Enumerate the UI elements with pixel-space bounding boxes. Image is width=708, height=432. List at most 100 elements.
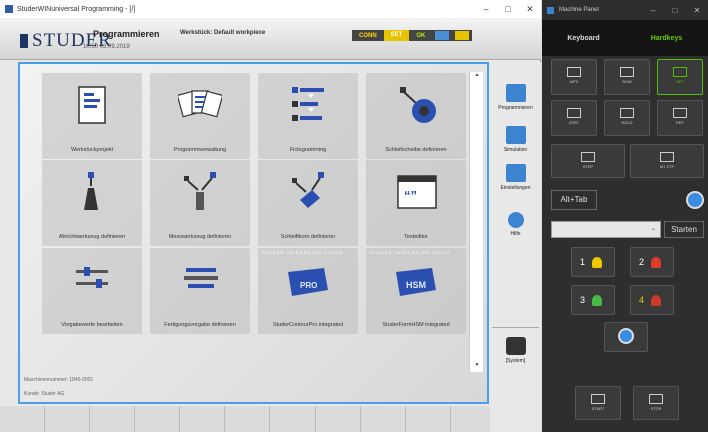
integrated-tools-tag: STUDER INTEGRATED TOOLS — [262, 250, 343, 255]
operator-3-button[interactable]: 3 — [571, 285, 615, 315]
nav-hilfe[interactable]: Hilfe — [490, 212, 541, 237]
tab-hardkeys[interactable]: Hardkeys — [625, 35, 708, 42]
stop-button[interactable]: STOP — [633, 386, 679, 420]
nav-divider — [492, 327, 539, 328]
minimize-button[interactable]: – — [475, 4, 497, 14]
set-button[interactable]: SET — [657, 59, 703, 95]
status-set: SET — [383, 30, 410, 41]
tile-schleifscheibe[interactable]: Schleifscheibe definieren — [366, 73, 466, 159]
bottom-slot[interactable] — [225, 406, 271, 432]
tile-messwerkzeug[interactable]: Messwerkzeug definieren — [150, 160, 250, 246]
operator-3-icon — [592, 295, 603, 307]
formhsm-badge: HSM — [406, 280, 426, 290]
button-label: ZSST — [568, 120, 580, 125]
customer: Kunde: Studer AG — [24, 391, 65, 397]
tile-schleifkorn[interactable]: Schleiftkorn definieren — [258, 160, 358, 246]
alt-tab-button[interactable]: Alt+Tab — [551, 190, 597, 210]
status-bar: CONN SET OK — [352, 30, 473, 41]
mpx-button[interactable]: MPX — [551, 59, 597, 95]
close-button[interactable]: ✕ — [519, 4, 541, 15]
nav-programmieren[interactable]: Programmieren — [490, 84, 541, 111]
step-button[interactable]: STEP — [551, 144, 625, 178]
starten-button[interactable]: Starten — [664, 221, 704, 238]
system-icon — [505, 337, 526, 355]
main-window: StuderWINuniversal Programming - [/] – □… — [0, 0, 541, 432]
machine-number: Maschinennummer: 1845-0001 — [24, 377, 94, 383]
bottom-slot[interactable] — [45, 406, 91, 432]
record-icon[interactable] — [686, 191, 704, 209]
tile-label: Werkstückprojekt — [70, 147, 114, 153]
panel-titlebar: Machine Panel – □ ✕ — [542, 0, 708, 20]
bottom-slot[interactable] — [0, 406, 46, 432]
ref-button[interactable]: REF — [657, 100, 703, 136]
bottom-slot[interactable] — [316, 406, 361, 432]
bottom-slot[interactable] — [270, 406, 316, 432]
button-label: M1 STP — [659, 164, 675, 169]
tile-vorgabewerte[interactable]: Vorgabewerte bearbeiten — [42, 248, 142, 334]
bottom-slot[interactable] — [135, 406, 181, 432]
panel-maximize-button[interactable]: □ — [664, 6, 686, 15]
measuring-tool-icon — [184, 172, 216, 210]
m1-stp-button[interactable]: M1 STP — [630, 144, 704, 178]
button-label: STOP — [650, 406, 662, 411]
nav-simulation[interactable]: Simulation — [490, 126, 541, 153]
scroll-down-icon[interactable]: ▼ — [470, 362, 484, 372]
maximize-button[interactable]: □ — [497, 4, 519, 14]
tab-keyboard[interactable]: Keyboard — [542, 35, 625, 42]
button-label: SET — [676, 79, 684, 84]
program-dropdown[interactable]: ⌄ — [551, 221, 661, 238]
grain-icon — [292, 172, 324, 208]
tile-label: Abrichtwerkzeug definieren — [58, 234, 126, 240]
tile-contourpro[interactable]: STUDER INTEGRATED TOOLS PRO StuderContou… — [258, 248, 358, 334]
nav-system[interactable]: [System] — [490, 337, 541, 364]
tile-texteditor[interactable]: “” Texteditor — [366, 160, 466, 246]
zsst-button[interactable]: ZSST — [551, 100, 597, 136]
ncm-button[interactable]: NCM — [604, 59, 650, 95]
panel-app-icon — [547, 6, 554, 14]
panel-title: Machine Panel — [559, 7, 599, 13]
bottom-slot[interactable] — [180, 406, 226, 432]
tile-werkstueckprojekt[interactable]: Werkstückprojekt — [42, 73, 142, 159]
reset-button[interactable] — [604, 322, 648, 352]
app-header: STUDER Programmieren 10:50 03.09.2019 We… — [0, 18, 541, 71]
tile-formhsm[interactable]: STUDER INTEGRATED TOOLS HSM StuderFormHS… — [366, 248, 466, 334]
nav-label: Einstellungen — [500, 185, 531, 191]
tile-label: Texteditor — [404, 234, 428, 240]
operator-4-button[interactable]: 4 — [630, 285, 674, 315]
tiles-scrollbar[interactable]: ▲ ▼ — [469, 72, 483, 372]
nav-einstellungen[interactable]: Einstellungen — [490, 164, 541, 191]
document-icon — [78, 86, 106, 124]
start-button[interactable]: START — [575, 386, 621, 420]
tile-area: Werkstückprojekt Programmverwaltung Fict… — [18, 62, 489, 404]
right-nav: Programmieren Simulation Einstellungen H… — [490, 62, 541, 432]
button-label: START — [591, 406, 605, 411]
contourpro-icon — [288, 268, 328, 296]
operator-4-icon — [651, 295, 662, 307]
tile-label: Schleifscheibe definieren — [385, 147, 447, 153]
datetime: 10:50 03.09.2019 — [83, 44, 130, 50]
button-label: HOLD — [621, 120, 633, 125]
panel-close-button[interactable]: ✕ — [686, 6, 708, 15]
contourpro-badge: PRO — [300, 281, 318, 290]
mode-title: Programmieren — [93, 29, 160, 39]
tile-programmverwaltung[interactable]: Programmverwaltung — [150, 73, 250, 159]
tile-fertigungsvorgabe[interactable]: Fertigungsvorgabe definieren — [150, 248, 250, 334]
bottom-slot[interactable] — [90, 406, 136, 432]
help-status-icon[interactable] — [455, 31, 470, 40]
nav-label: [System] — [505, 358, 526, 364]
bottom-slot[interactable] — [361, 406, 406, 432]
panel-minimize-button[interactable]: – — [642, 6, 664, 15]
operator-2-button[interactable]: 2 — [630, 247, 674, 277]
tile-abrichtwerkzeug[interactable]: Abrichtwerkzeug definieren — [42, 160, 142, 246]
bottom-slot[interactable] — [406, 406, 451, 432]
tile-label: StuderContourPro integrated — [272, 322, 344, 328]
dressing-tool-icon — [84, 172, 98, 210]
button-label: MPX — [569, 79, 579, 84]
hold-button[interactable]: HOLD — [604, 100, 650, 136]
tile-fictogramming[interactable]: Fictogramming — [258, 73, 358, 159]
mpx-icon — [567, 67, 581, 77]
scroll-up-icon[interactable]: ▲ — [470, 72, 484, 82]
integrated-tools-tag: STUDER INTEGRATED TOOLS — [370, 250, 451, 255]
operator-1-button[interactable]: 1 — [571, 247, 615, 277]
operator-2-icon — [651, 257, 662, 269]
